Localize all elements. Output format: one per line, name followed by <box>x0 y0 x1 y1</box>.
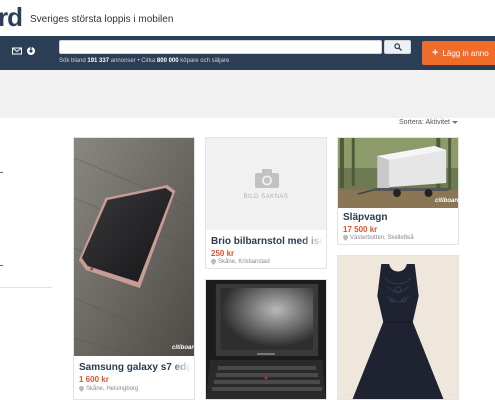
listing-location: Skåne, Kristianstad <box>211 259 270 265</box>
location-text: Skåne, Helsingborg <box>86 386 139 392</box>
listing-title[interactable]: Brio bilbarnstol med isofix <box>211 236 323 247</box>
tagline: Sveriges största loppis i mobilen <box>30 14 174 25</box>
search-input[interactable] <box>59 40 382 54</box>
listing-image-placeholder: BILD SAKNAS <box>206 138 326 230</box>
sidebar-divider <box>0 287 52 288</box>
mail-icon[interactable] <box>12 46 22 56</box>
listing-price: 1 600 kr <box>79 375 109 384</box>
listing-image <box>74 138 194 356</box>
location-pin-icon <box>79 386 84 392</box>
sidebar-fragment <box>0 265 3 266</box>
search-stats: Sök bland 191 337 annonser • Cirka 800 0… <box>59 58 229 64</box>
listing-location: Skåne, Helsingborg <box>79 386 138 392</box>
listing-card[interactable]: citiboard Släpvagn 17 500 kr Västerbotte… <box>337 137 459 245</box>
listing-image <box>206 280 326 399</box>
listing-title[interactable]: Samsung galaxy s7 edge <box>79 362 191 373</box>
listing-card[interactable]: citiboard Samsung galaxy s7 edge 1 600 k… <box>73 137 195 400</box>
location-pin-icon <box>211 259 216 265</box>
ads-count: 191 337 <box>87 58 110 64</box>
listing-card[interactable] <box>205 279 327 400</box>
search-icon <box>393 43 402 51</box>
settings-icon[interactable] <box>26 46 36 56</box>
plus-icon: + <box>432 47 439 59</box>
sidebar-fragment <box>0 172 3 173</box>
sort-label: Sortera: Aktivitet <box>399 119 450 126</box>
listing-card[interactable]: BILD SAKNAS Brio bilbarnstol med isofix … <box>205 137 327 269</box>
search-stats-prefix: Sök bland <box>59 58 86 64</box>
logo-bar: rd Sveriges största loppis i mobilen <box>0 0 495 36</box>
watermark: citiboard <box>172 345 195 351</box>
listing-location: Västerbotten, Skellefteå <box>343 235 414 241</box>
post-ad-button[interactable]: + Lägg in anno <box>422 41 495 65</box>
listing-title[interactable]: Släpvagn <box>343 212 455 223</box>
location-text: Skåne, Kristianstad <box>218 259 270 265</box>
camera-icon <box>255 169 279 188</box>
users-count: 800 000 <box>156 58 179 64</box>
listing-image <box>338 256 458 399</box>
post-ad-label: Lägg in anno <box>442 48 489 58</box>
banner-area <box>0 70 495 118</box>
users-prefix: • Cirka <box>137 58 156 64</box>
navbar: Sök bland 191 337 annonser • Cirka 800 0… <box>0 36 495 70</box>
listing-card[interactable] <box>337 255 459 400</box>
sort-dropdown[interactable]: Sortera: Aktivitet <box>399 119 458 126</box>
image-missing-text: BILD SAKNAS <box>243 194 289 200</box>
users-suffix: köpare och säljare <box>180 58 230 64</box>
ads-word: annonser <box>110 58 136 64</box>
location-text: Västerbotten, Skellefteå <box>350 235 414 241</box>
listing-price: 250 kr <box>211 249 235 258</box>
location-pin-icon <box>343 235 348 241</box>
chevron-down-icon <box>451 120 458 124</box>
search-button[interactable] <box>384 40 411 54</box>
watermark: citiboard <box>435 198 459 204</box>
site-logo[interactable]: rd <box>0 2 23 33</box>
listing-price: 17 500 kr <box>343 225 378 234</box>
